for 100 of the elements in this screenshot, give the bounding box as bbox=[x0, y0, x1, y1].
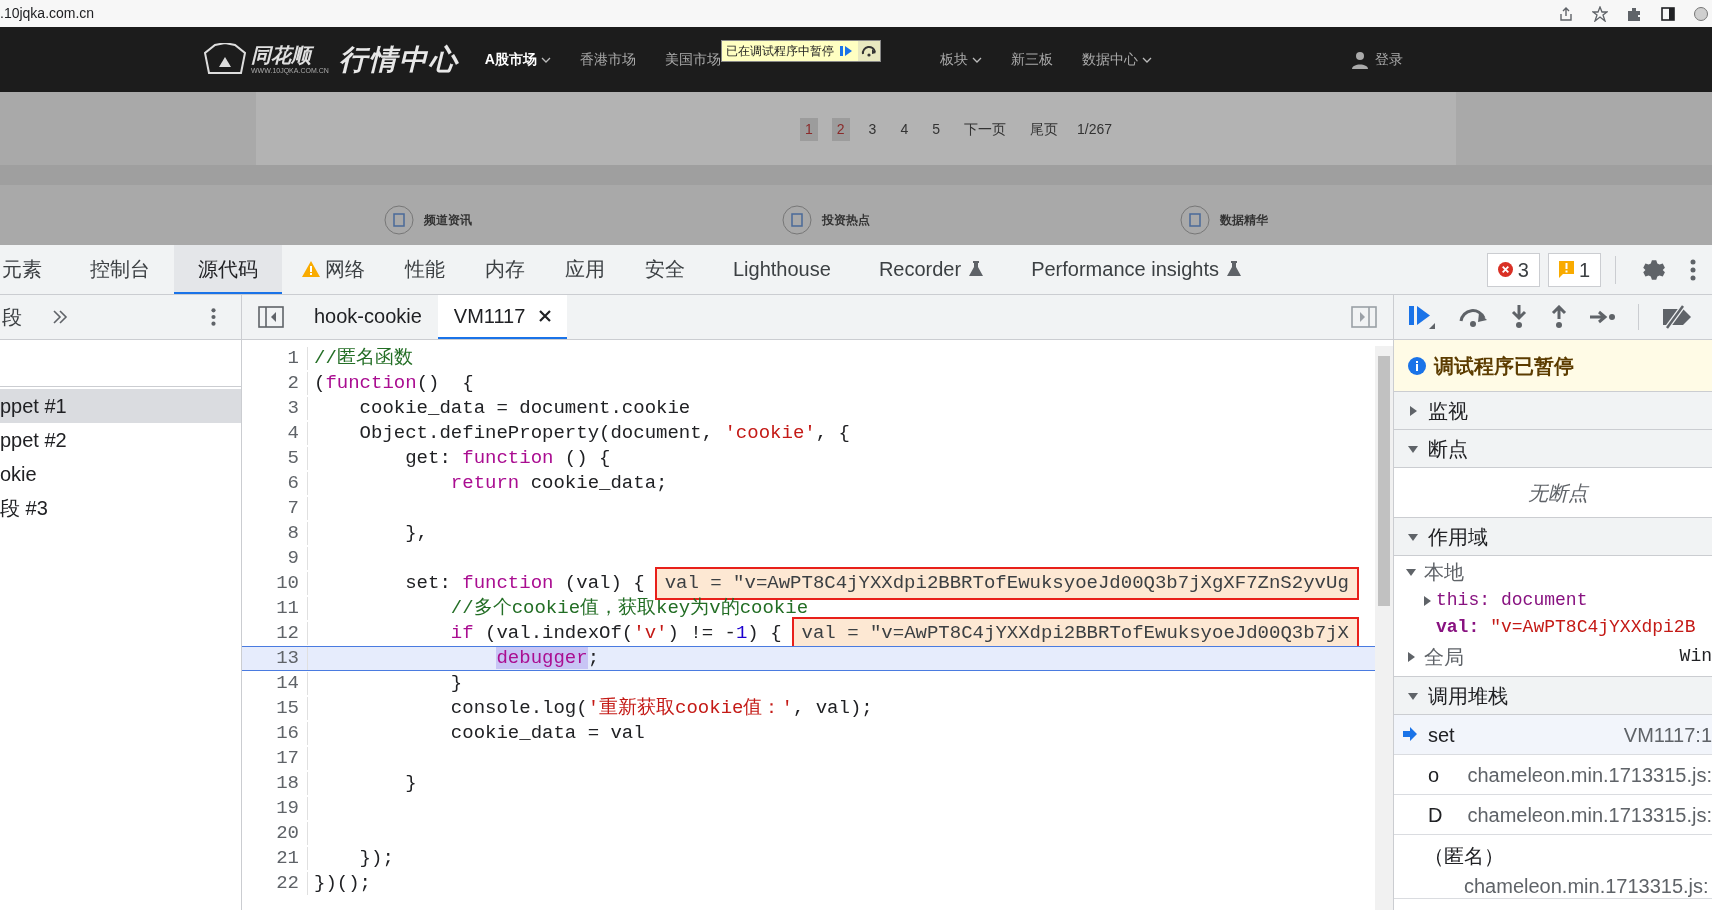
paused-message: 已在调试程序中暂停 bbox=[726, 43, 834, 60]
code-token: 1 bbox=[735, 621, 748, 647]
scope-variable[interactable]: val: "v=AwPT8C4jYXXdpi2B bbox=[1394, 614, 1712, 641]
code-token: ( bbox=[314, 371, 326, 397]
expanded-triangle-icon[interactable] bbox=[1408, 690, 1418, 701]
nav-link[interactable]: 新三板 bbox=[1010, 49, 1053, 70]
line-number: 3 bbox=[286, 396, 300, 422]
warning-icon bbox=[302, 260, 320, 277]
scrollbar-thumb[interactable] bbox=[1378, 356, 1390, 606]
file-tab[interactable]: VM1117 bbox=[437, 295, 568, 339]
line-number: 4 bbox=[286, 421, 300, 447]
inline-value: val = "v=AwPT8C4jYXXdpi2BBRTofEwuksyoeJd00Q3b7jX bbox=[793, 619, 1357, 648]
user-icon bbox=[1351, 50, 1369, 69]
close-icon[interactable] bbox=[539, 310, 552, 322]
devtools-tab[interactable]: 性能 bbox=[385, 245, 465, 294]
page-link[interactable]: 下一页 bbox=[958, 118, 1011, 141]
snippet-item[interactable]: ppet #1 bbox=[0, 389, 241, 423]
snippet-item[interactable]: 段 #3 bbox=[0, 491, 241, 525]
nav-link[interactable]: 美国市场 bbox=[664, 49, 721, 70]
step-over-icon[interactable] bbox=[1458, 306, 1488, 328]
warning-count-badge[interactable]: 1 bbox=[1547, 252, 1601, 287]
inline-value: val = "v=AwPT8C4jYXXdpi2BBRTofEwuksyoeJd00Q3b7jXgXF7ZnS2yvUg bbox=[656, 569, 1357, 598]
section-header[interactable]: 监视 bbox=[1394, 392, 1712, 430]
deactivate-breakpoints-icon[interactable] bbox=[1661, 305, 1693, 329]
devtools-tab[interactable]: Lighthouse bbox=[705, 245, 859, 294]
profile-avatar[interactable] bbox=[1694, 6, 1708, 21]
devtools-tab[interactable]: Performance insights bbox=[1003, 245, 1269, 294]
line-number: 20 bbox=[275, 821, 300, 847]
scope-group[interactable]: 全局 Win bbox=[1394, 641, 1712, 672]
code-token: (val) { bbox=[563, 571, 645, 597]
page-count: 1/267 bbox=[1076, 120, 1112, 139]
code-token: debugger bbox=[495, 646, 588, 672]
share-icon[interactable] bbox=[1558, 5, 1574, 22]
error-count-badge[interactable]: 3 bbox=[1486, 252, 1540, 287]
snippet-item[interactable]: ppet #2 bbox=[0, 423, 241, 457]
section-header[interactable]: 作用域 bbox=[1394, 518, 1712, 556]
devtools-tab[interactable]: 元素 bbox=[0, 245, 66, 294]
step-into-icon[interactable] bbox=[1510, 305, 1528, 329]
more-vertical-icon[interactable] bbox=[1690, 258, 1696, 281]
nav-link[interactable]: 数据中心 bbox=[1081, 49, 1152, 70]
channel-title[interactable]: 投资热点 bbox=[822, 211, 870, 229]
logo-text: 同花顺 bbox=[251, 45, 329, 65]
channel-title[interactable]: 数据精华 bbox=[1220, 211, 1268, 229]
code-token: cookie_data = val bbox=[449, 721, 645, 747]
line-number: 8 bbox=[286, 521, 300, 547]
devtools-tab[interactable]: 内存 bbox=[465, 245, 545, 294]
scope-variable[interactable]: this: document bbox=[1394, 587, 1712, 614]
collapsed-triangle-icon[interactable] bbox=[1406, 651, 1416, 662]
resume-icon[interactable] bbox=[1408, 304, 1436, 330]
step-icon[interactable] bbox=[1590, 309, 1616, 325]
caret-icon bbox=[1141, 56, 1152, 63]
page-link[interactable]: 5 bbox=[927, 118, 945, 141]
step-over-icon[interactable] bbox=[858, 41, 880, 61]
devtools-tab[interactable]: 源代码 bbox=[174, 245, 282, 294]
line-number: 7 bbox=[286, 496, 300, 522]
code-token: (val.indexOf( bbox=[484, 621, 634, 647]
devtools-tab[interactable]: 控制台 bbox=[66, 245, 174, 294]
section-header[interactable]: 调用堆栈 bbox=[1394, 677, 1712, 715]
devtools-tab[interactable]: 安全 bbox=[625, 245, 705, 294]
star-icon[interactable] bbox=[1592, 5, 1608, 22]
info-icon bbox=[1408, 356, 1426, 375]
more-vertical-icon[interactable] bbox=[211, 306, 216, 328]
line-number: 22 bbox=[275, 871, 300, 897]
nav-link[interactable]: 板块 bbox=[939, 49, 982, 70]
login-link[interactable]: 登录 bbox=[1375, 49, 1403, 70]
collapsed-triangle-icon[interactable] bbox=[1408, 405, 1418, 416]
collapsed-triangle-icon[interactable] bbox=[1422, 595, 1432, 606]
expanded-triangle-icon[interactable] bbox=[1408, 531, 1418, 542]
channel-icon bbox=[782, 205, 812, 235]
page-link[interactable]: 3 bbox=[863, 118, 882, 141]
nav-link[interactable]: A股市场 bbox=[484, 49, 551, 70]
navigator-tab[interactable]: 段 bbox=[2, 302, 22, 332]
toggle-debugger-icon[interactable] bbox=[1351, 306, 1377, 328]
page-link[interactable]: 尾页 bbox=[1024, 118, 1063, 141]
snippet-item[interactable]: okie bbox=[0, 457, 241, 491]
chevron-double-right-icon[interactable] bbox=[52, 310, 68, 324]
address-url[interactable]: .10jqka.com.cn bbox=[0, 3, 95, 24]
page-link[interactable]: 4 bbox=[895, 118, 914, 141]
expanded-triangle-icon[interactable] bbox=[1406, 566, 1416, 577]
file-tab[interactable]: hook-cookie bbox=[298, 295, 438, 339]
channel-title[interactable]: 频道资讯 bbox=[424, 211, 472, 229]
code-token: } bbox=[449, 671, 463, 697]
scope-group[interactable]: 本地 bbox=[1394, 556, 1712, 587]
toggle-navigator-icon[interactable] bbox=[258, 306, 284, 328]
puzzle-icon[interactable] bbox=[1626, 5, 1642, 22]
resume-icon[interactable] bbox=[839, 45, 853, 57]
code-token: , { bbox=[815, 421, 850, 447]
line-number: 10 bbox=[275, 571, 300, 597]
line-number: 15 bbox=[275, 696, 300, 722]
side-panel-icon[interactable] bbox=[1660, 5, 1676, 22]
expanded-triangle-icon[interactable] bbox=[1408, 443, 1418, 454]
line-number: 14 bbox=[275, 671, 300, 697]
nav-link[interactable]: 香港市场 bbox=[579, 49, 636, 70]
devtools-tab[interactable]: 应用 bbox=[545, 245, 625, 294]
section-header[interactable]: 断点 bbox=[1394, 430, 1712, 468]
step-out-icon[interactable] bbox=[1550, 305, 1568, 329]
call-frame[interactable]: set VM1117:1 bbox=[1394, 715, 1712, 755]
empty-breakpoints-text: 无断点 bbox=[1527, 480, 1588, 506]
devtools-tab[interactable]: Recorder bbox=[858, 245, 1004, 294]
devtools-tab[interactable]: 网络 bbox=[282, 245, 385, 294]
